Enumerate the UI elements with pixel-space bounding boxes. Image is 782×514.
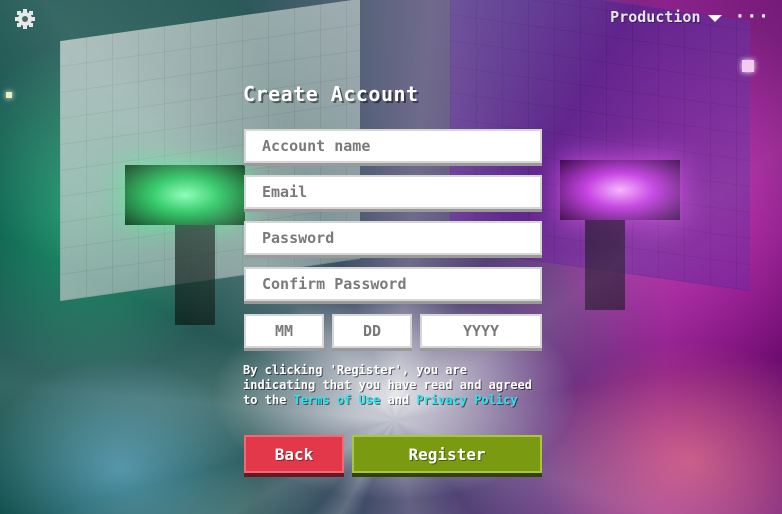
caret-down-icon[interactable] — [708, 14, 723, 22]
register-screen: Production ··· Create Account By clickin… — [0, 0, 782, 514]
background-shadow-right — [585, 220, 625, 310]
gear-icon[interactable] — [14, 8, 36, 30]
terms-of-use-link[interactable]: Terms of Use — [294, 393, 381, 407]
dob-month-input[interactable] — [244, 314, 324, 348]
back-button[interactable]: Back — [244, 435, 344, 473]
confirm-password-input[interactable] — [244, 267, 542, 301]
background-sparkle — [742, 60, 754, 72]
environment-selector[interactable]: Production ··· — [610, 8, 770, 27]
environment-label[interactable]: Production — [610, 8, 700, 26]
password-input[interactable] — [244, 221, 542, 255]
account-name-input[interactable] — [244, 129, 542, 163]
background-green-eye — [125, 165, 245, 225]
dob-year-input[interactable] — [420, 314, 542, 348]
ellipsis-icon[interactable]: ··· — [734, 8, 770, 26]
background-purple-eye — [560, 160, 680, 220]
background-shadow-left — [175, 225, 215, 325]
terms-conjunction: and — [380, 393, 417, 407]
email-input[interactable] — [244, 175, 542, 209]
page-title: Create Account — [243, 82, 419, 106]
privacy-policy-link[interactable]: Privacy Policy — [416, 393, 517, 407]
dob-day-input[interactable] — [332, 314, 412, 348]
background-sparkle — [6, 92, 12, 98]
register-button[interactable]: Register — [352, 435, 542, 473]
terms-notice: By clicking 'Register', you are indicati… — [243, 363, 543, 408]
